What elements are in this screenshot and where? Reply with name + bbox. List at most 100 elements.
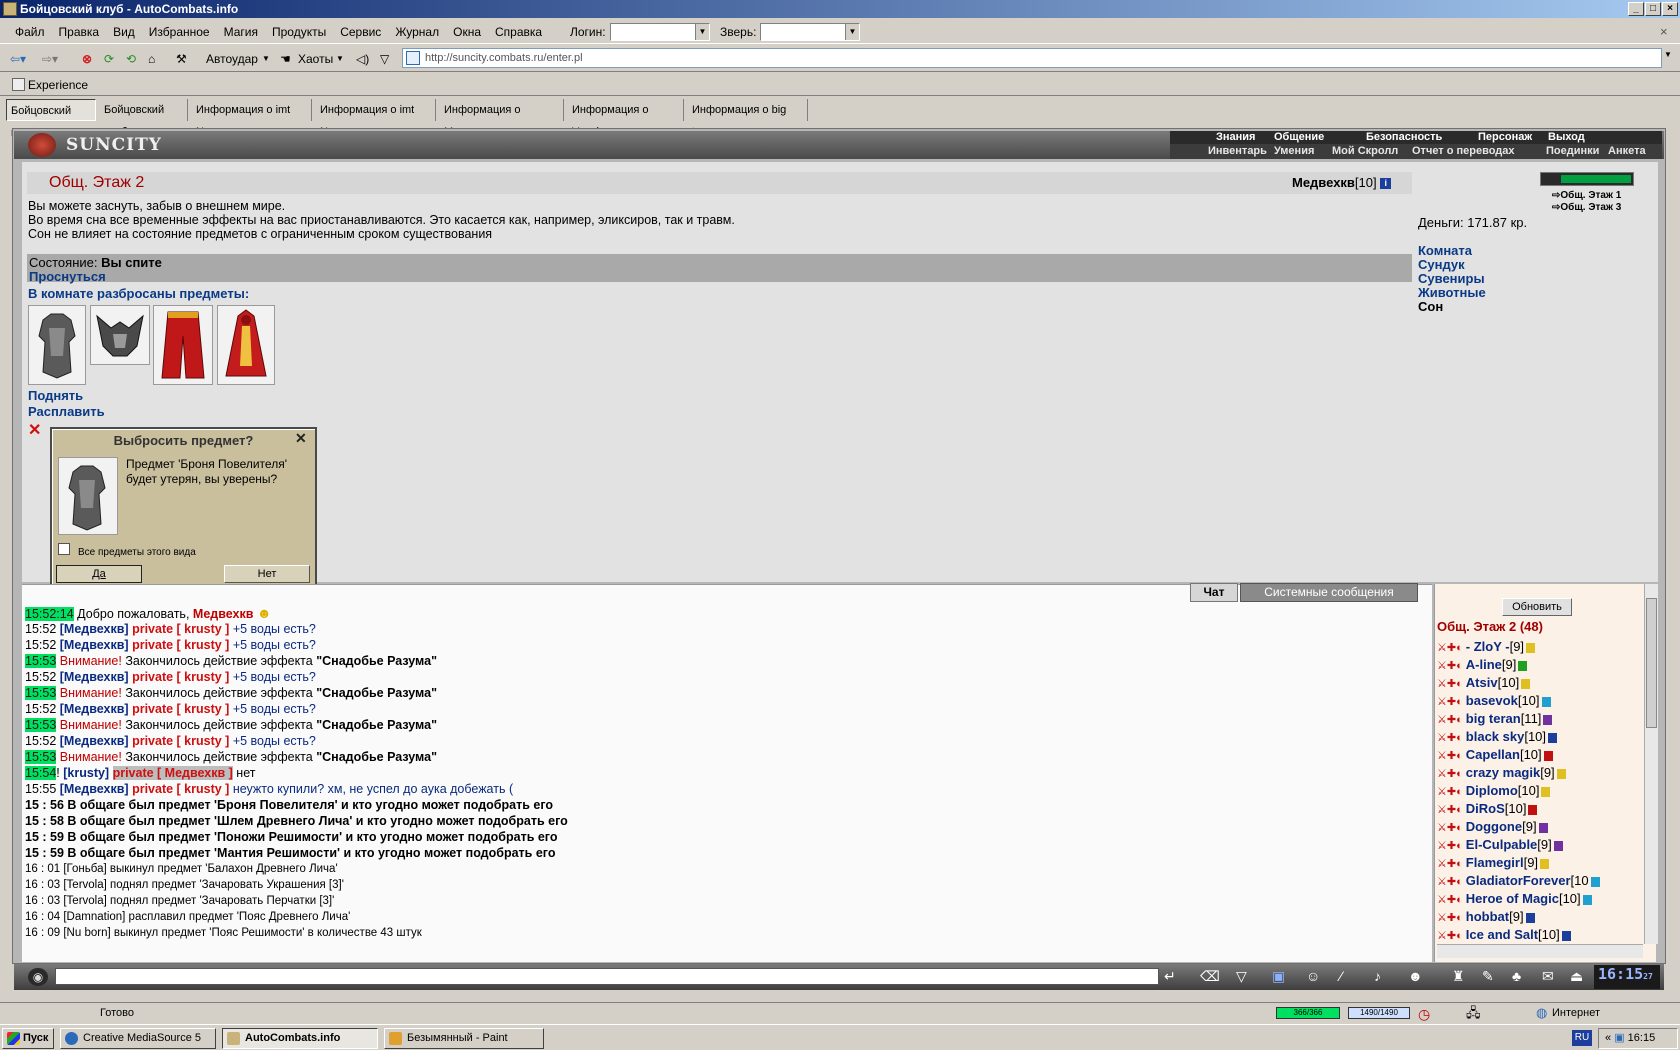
tab-system-messages[interactable]: Системные сообщения: [1240, 583, 1418, 602]
message-sender[interactable]: [Медвехкв]: [60, 638, 129, 652]
tab-0[interactable]: Бойцовский клуб: [6, 99, 96, 139]
user-name[interactable]: Diplomo: [1466, 783, 1518, 798]
info-icon[interactable]: [1543, 714, 1553, 725]
nav-top-3[interactable]: Персонаж: [1478, 131, 1532, 144]
user-row[interactable]: ⚔✚◐ crazy magik[9]: [1437, 764, 1566, 781]
sound-icon[interactable]: ♪: [1374, 968, 1381, 984]
experience-link[interactable]: Experience: [28, 78, 88, 92]
menu-item-4[interactable]: Магия: [217, 20, 265, 44]
yes-button[interactable]: Да: [56, 565, 142, 583]
tab-3[interactable]: Информация о imt Never: [316, 99, 436, 138]
chest-link[interactable]: Сундук: [1418, 257, 1465, 272]
user-name[interactable]: Doggone: [1466, 819, 1522, 834]
haoty-button[interactable]: Хаоты: [298, 49, 333, 69]
info-icon[interactable]: [1543, 750, 1553, 761]
refresh-button[interactable]: Обновить: [1502, 598, 1572, 616]
animals-link[interactable]: Животные: [1418, 285, 1486, 300]
clear-icon[interactable]: ⌫: [1200, 968, 1220, 985]
user-name[interactable]: Flamegirl: [1466, 855, 1524, 870]
item-armor[interactable]: [28, 305, 86, 385]
home-icon[interactable]: ⌂: [148, 49, 155, 69]
user-name[interactable]: Capellan: [1466, 747, 1520, 762]
user-row[interactable]: ⚔✚◐ - ZloY -[9]: [1437, 638, 1536, 655]
nav-bottom-0[interactable]: Инвентарь: [1208, 144, 1267, 159]
floor-link-3[interactable]: ⇨Общ. Этаж 3: [1552, 202, 1621, 213]
user-row[interactable]: ⚔✚◐ big teran[11]: [1437, 710, 1553, 727]
user-row[interactable]: ⚔✚◐ Capellan[10]: [1437, 746, 1553, 763]
user-row[interactable]: ⚔✚◐ basevok[10]: [1437, 692, 1551, 709]
menu-item-9[interactable]: Справка: [488, 20, 549, 44]
filter-icon[interactable]: ▽: [380, 49, 389, 69]
info-icon[interactable]: i: [1380, 178, 1392, 190]
menu-item-3[interactable]: Избранное: [142, 20, 217, 44]
user-list-scrollbar[interactable]: [1644, 584, 1658, 944]
no-button[interactable]: Нет: [224, 565, 310, 583]
menu-item-1[interactable]: Правка: [52, 20, 107, 44]
nav-top-4[interactable]: Выход: [1548, 131, 1585, 144]
item-helmet[interactable]: [90, 305, 150, 365]
address-field[interactable]: http://suncity.combats.ru/enter.pl: [402, 48, 1662, 68]
nav-top-2[interactable]: Безопасность: [1366, 131, 1442, 144]
user-row[interactable]: ⚔✚◐ Ice and Salt[10]: [1437, 926, 1571, 943]
private-tag[interactable]: private [ Медвехкв ]: [112, 766, 233, 780]
chat-input[interactable]: [55, 968, 1159, 985]
info-icon[interactable]: [1561, 930, 1571, 941]
user-name[interactable]: A-line: [1466, 657, 1502, 672]
user-row[interactable]: ⚔✚◐ A-line[9]: [1437, 656, 1528, 673]
user-name[interactable]: Heroe of Magic: [1466, 891, 1559, 906]
tab-chat[interactable]: Чат: [1190, 583, 1238, 602]
user-row[interactable]: ⚔✚◐ Heroe of Magic[10]: [1437, 890, 1592, 907]
language-indicator[interactable]: RU: [1572, 1030, 1592, 1046]
user-row[interactable]: ⚔✚◐ Diplomo[10]: [1437, 782, 1551, 799]
forward-icon[interactable]: ⇨▾: [42, 49, 58, 69]
room-link[interactable]: Комната: [1418, 243, 1472, 258]
start-button[interactable]: Пуск: [2, 1028, 54, 1049]
stop-icon[interactable]: ⊗: [82, 49, 92, 69]
info-icon[interactable]: [1521, 678, 1531, 689]
info-icon[interactable]: [1540, 858, 1550, 869]
nav-bottom-1[interactable]: Умения: [1274, 144, 1314, 159]
nav-bottom-4[interactable]: Поединки: [1546, 144, 1599, 159]
wake-link[interactable]: Проснуться: [29, 269, 106, 284]
message-sender[interactable]: [Медвехкв]: [60, 734, 129, 748]
save-icon[interactable]: ▣: [1272, 968, 1285, 985]
same-items-checkbox[interactable]: [58, 543, 70, 555]
info-icon[interactable]: [1590, 876, 1600, 887]
nav-bottom-3[interactable]: Отчет о переводах: [1412, 144, 1515, 159]
chat-mode-icon[interactable]: ◉: [28, 968, 48, 986]
user-name[interactable]: big teran: [1466, 711, 1521, 726]
private-tag[interactable]: private [ krusty ]: [132, 702, 229, 716]
message-sender[interactable]: [Медвехкв]: [60, 670, 129, 684]
melt-link[interactable]: Расплавить: [28, 404, 105, 419]
pickup-link[interactable]: Поднять: [28, 388, 83, 403]
tab-4[interactable]: Информация о Медвехкв: [440, 99, 564, 138]
minimize-button[interactable]: _: [1628, 2, 1644, 16]
task-mediasource[interactable]: Creative MediaSource 5: [60, 1028, 216, 1049]
scroll-thumb[interactable]: [1646, 598, 1657, 728]
reload-icon[interactable]: ⟲: [126, 49, 136, 69]
nav-top-1[interactable]: Общение: [1274, 131, 1324, 144]
item-greaves[interactable]: [153, 305, 213, 385]
floor-link-1[interactable]: ⇨Общ. Этаж 1: [1552, 190, 1621, 201]
chevron-down-icon[interactable]: ▼: [262, 49, 270, 69]
menu-item-6[interactable]: Сервис: [333, 20, 388, 44]
user-row[interactable]: ⚔✚◐ hobbat[9]: [1437, 908, 1535, 925]
user-row[interactable]: ⚔✚◐ GladiatorForever[10: [1437, 872, 1600, 889]
message-sender[interactable]: [Медвехкв]: [60, 782, 129, 796]
user-row[interactable]: ⚔✚◐ El-Culpable[9]: [1437, 836, 1563, 853]
item-mantle[interactable]: [217, 305, 275, 385]
private-tag[interactable]: private [ krusty ]: [132, 670, 229, 684]
user-name[interactable]: Ice and Salt: [1466, 927, 1538, 942]
task-paint[interactable]: Безымянный - Paint: [384, 1028, 544, 1049]
person-icon[interactable]: ☺: [1306, 968, 1320, 984]
scroll-icon[interactable]: ✎: [1482, 968, 1494, 985]
nav-bottom-2[interactable]: Мой Скролл: [1332, 144, 1398, 159]
info-icon[interactable]: [1541, 696, 1551, 707]
info-icon[interactable]: [1541, 786, 1551, 797]
menu-item-8[interactable]: Окна: [446, 20, 488, 44]
bottle-icon[interactable]: ♜: [1452, 968, 1465, 985]
autoudar-button[interactable]: Автоудар: [206, 49, 258, 69]
info-icon[interactable]: [1518, 660, 1528, 671]
task-autocombats[interactable]: AutoCombats.info: [222, 1028, 378, 1049]
menu-item-5[interactable]: Продукты: [265, 20, 333, 44]
